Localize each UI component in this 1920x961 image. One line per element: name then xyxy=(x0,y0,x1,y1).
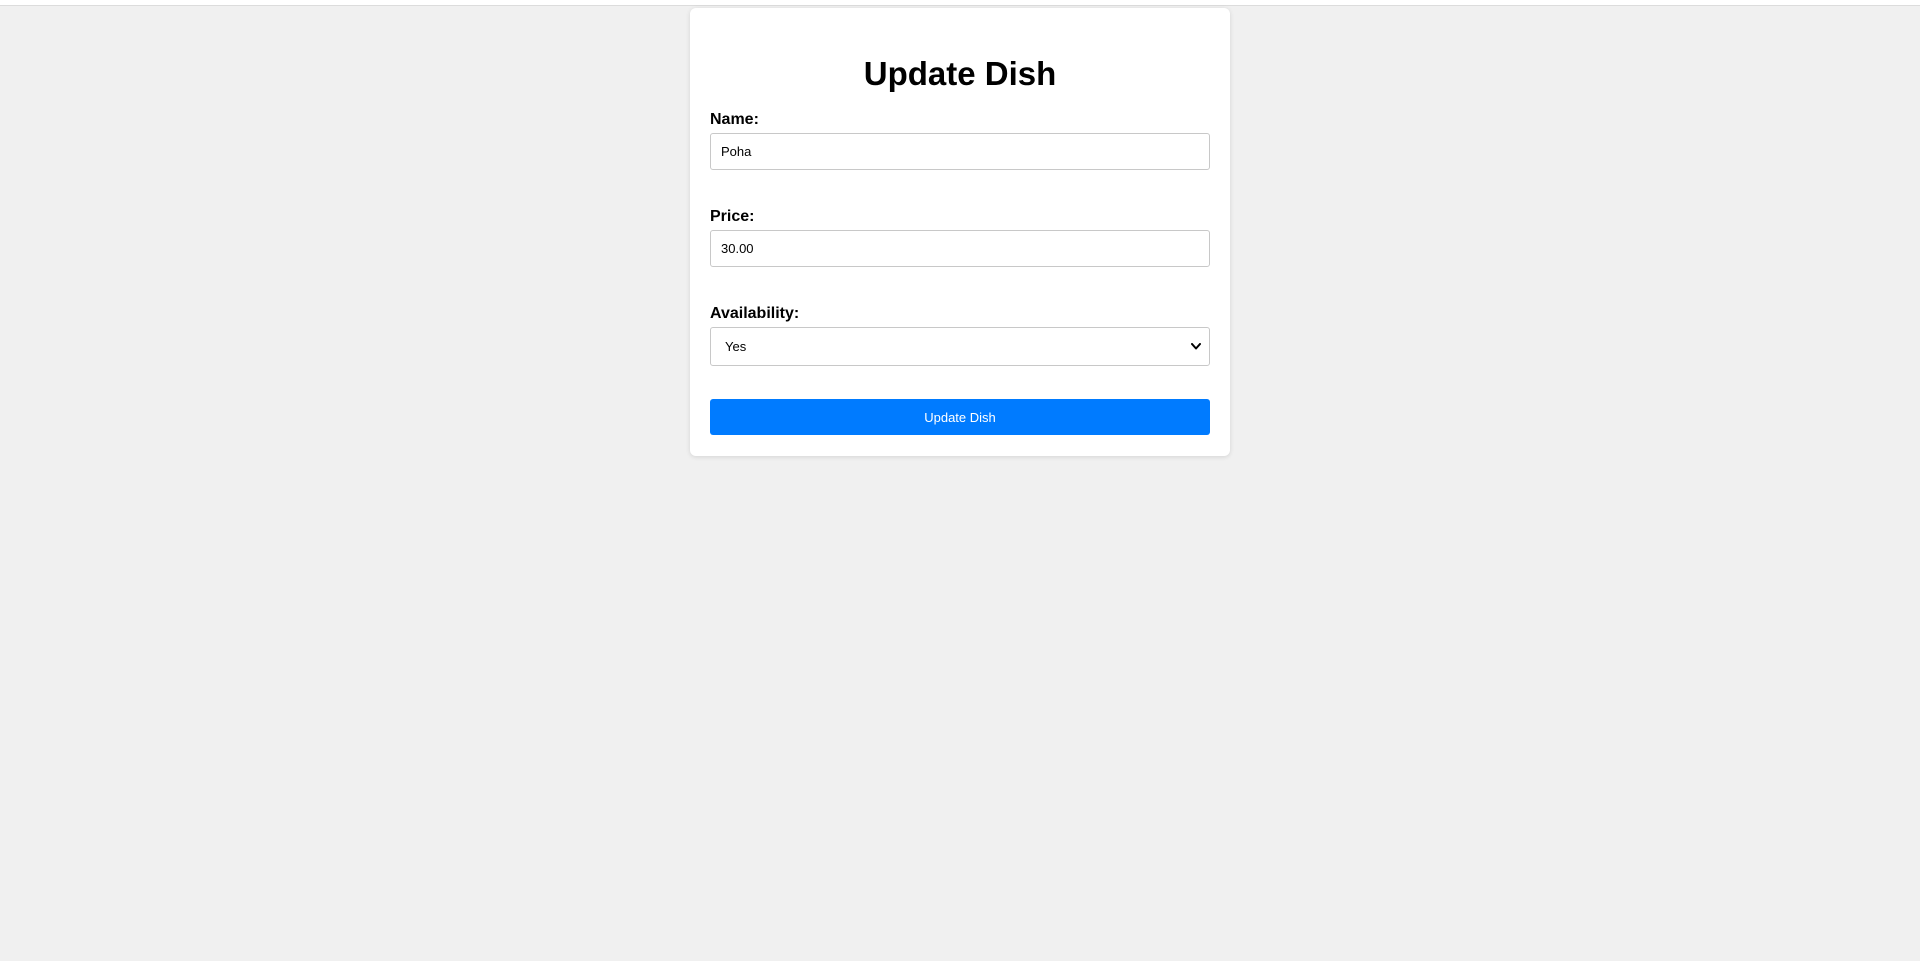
price-input[interactable] xyxy=(710,230,1210,267)
price-label: Price: xyxy=(710,208,755,225)
chevron-down-icon xyxy=(1189,328,1203,365)
availability-select[interactable]: Yes xyxy=(710,327,1210,366)
page-title: Update Dish xyxy=(863,55,1057,92)
top-strip xyxy=(0,0,1920,6)
name-input[interactable] xyxy=(710,133,1210,170)
availability-selected-value: Yes xyxy=(725,339,747,354)
availability-label: Availability: xyxy=(710,305,800,322)
update-dish-button[interactable]: Update Dish xyxy=(710,399,1210,435)
update-dish-card: Update Dish Name: Price: Availability: Y… xyxy=(690,8,1230,456)
name-label: Name: xyxy=(710,111,759,128)
